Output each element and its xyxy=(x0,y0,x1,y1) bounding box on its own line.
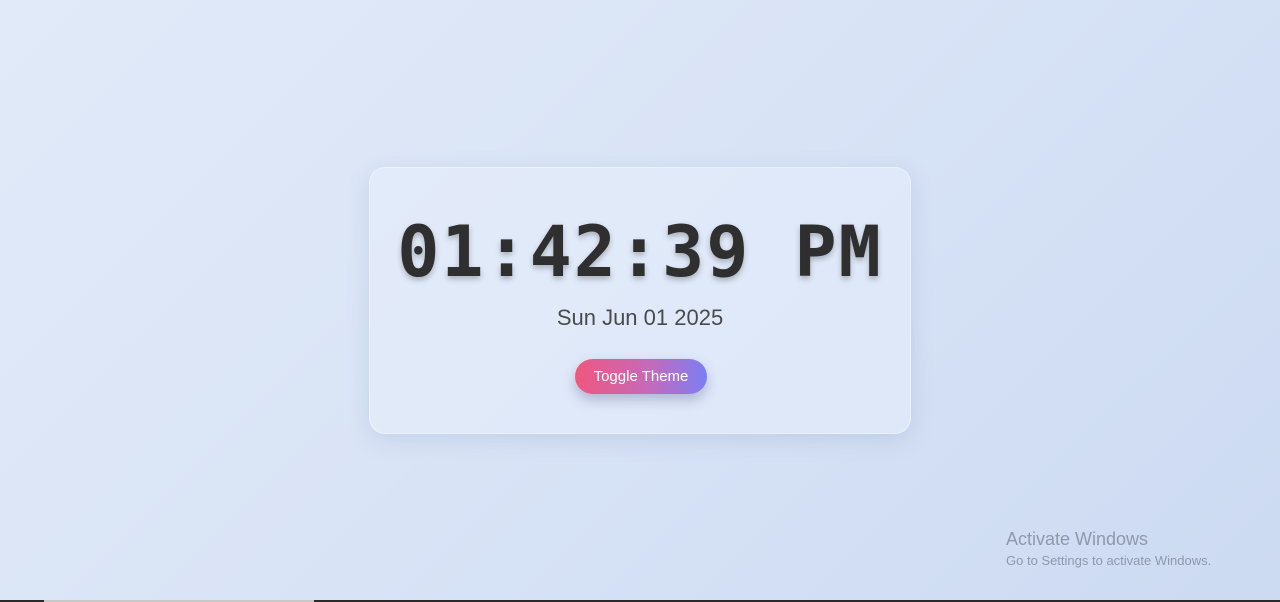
windows-activation-watermark: Activate Windows Go to Settings to activ… xyxy=(1006,528,1211,571)
toggle-theme-button[interactable]: Toggle Theme xyxy=(575,359,707,394)
watermark-subtitle: Go to Settings to activate Windows. xyxy=(1006,553,1212,568)
watermark-title: Activate Windows xyxy=(1006,529,1149,549)
clock-card: 01:42:39 PM Sun Jun 01 2025 Toggle Theme xyxy=(369,167,911,434)
date-display: Sun Jun 01 2025 xyxy=(556,305,724,330)
time-display: 01:42:39 PM xyxy=(397,211,883,293)
